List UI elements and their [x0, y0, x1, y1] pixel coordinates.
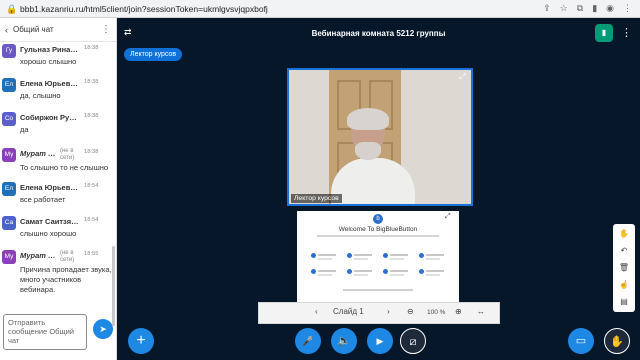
chat-message-input[interactable]: Отправить сообщение Общий чат [3, 314, 87, 350]
sidebar-icon[interactable]: ▮ [592, 3, 597, 14]
bookmark-icon[interactable]: ☆ [560, 3, 568, 14]
chat-text: слышно хорошо [20, 229, 77, 238]
chat-author: Мурат … [20, 149, 56, 158]
avatar: Со [2, 112, 16, 126]
profile-icon[interactable]: ◉ [606, 3, 614, 14]
chat-time: 18:55 [84, 251, 99, 257]
zoom-in-button[interactable]: ⊕ [455, 307, 462, 316]
chat-author: Мурат … [20, 251, 56, 260]
chat-text: да [20, 125, 29, 134]
person-beard [355, 142, 381, 160]
connection-status-icon[interactable]: ▮ [595, 24, 613, 42]
bigbluebutton-logo: b [373, 214, 383, 224]
slide-footer-line [343, 289, 413, 291]
presenter-tag[interactable]: Лектор курсов [124, 48, 183, 61]
chat-author: Гульназ Рина… [20, 45, 78, 54]
back-icon[interactable]: ‹ [5, 25, 8, 35]
avatar: Ел [2, 182, 16, 196]
slide-fullscreen-icon[interactable]: ⤢ [445, 213, 451, 221]
slide-title: Welcome To BigBlueButton [338, 226, 418, 233]
chat-author: Елена Юрьев… [20, 183, 78, 192]
chat-time: 18:38 [84, 45, 99, 51]
screenshare-button[interactable]: ⧄ [400, 328, 426, 354]
room-title: Вебинарная комната 5212 группы [311, 29, 446, 38]
browser-menu-icon[interactable]: ⋮ [623, 3, 632, 14]
chat-messages: Гу Гульназ Рина… 18:38 хорошо слышно Ел … [0, 44, 116, 324]
chat-author: Елена Юрьев… [20, 79, 78, 88]
chat-time: 18:54 [84, 183, 99, 189]
avatar: Му [2, 250, 16, 264]
extensions-icon[interactable]: ⧉ [577, 3, 583, 14]
layout-button[interactable]: ▭ [568, 328, 594, 354]
avatar: Му [2, 148, 16, 162]
prev-slide-button[interactable]: ‹ [315, 307, 318, 316]
avatar: Гу [2, 44, 16, 58]
slide-controls: ‹ Слайд 1 › ⊖ 100 % ⊕ ↔ [258, 302, 500, 324]
actions-plus-button[interactable]: + [128, 328, 154, 354]
slide-selector[interactable]: Слайд 1 [333, 307, 364, 316]
chat-scrollbar[interactable] [112, 246, 115, 326]
chat-author: Самат Саитзя… [20, 217, 79, 226]
video-name-tag: Лектор курсов [291, 194, 342, 203]
chat-text: да, слышно [20, 91, 61, 100]
chat-panel: ‹ Общий чат ⋮ Гу Гульназ Рина… 18:38 хор… [0, 18, 117, 360]
delete-icon[interactable]: 🗑 [613, 260, 635, 276]
chat-options-icon[interactable]: ⋮ [101, 24, 111, 35]
meeting-topbar: ⇄ Вебинарная комната 5212 группы ▮ ⋮ [117, 18, 640, 48]
send-button[interactable]: ➤ [93, 319, 113, 339]
share-icon[interactable]: ⇪ [543, 3, 551, 14]
avatar: Ел [2, 78, 16, 92]
meeting-area: ⇄ Вебинарная комната 5212 группы ▮ ⋮ Лек… [117, 18, 640, 360]
offline-status: (не в сети) [60, 148, 75, 161]
chat-header: ‹ Общий чат ⋮ [0, 18, 116, 42]
chat-text: все работает [20, 195, 66, 204]
browser-url[interactable]: bbb1.kazanriu.ru/html5client/join?sessio… [20, 4, 543, 14]
options-menu-icon[interactable]: ⋮ [621, 26, 632, 39]
chat-text: хорошо слышно [20, 57, 77, 66]
webcam-video[interactable]: Лектор курсов ⤢ [287, 68, 473, 206]
browser-address-bar[interactable]: 🔒 bbb1.kazanriu.ru/html5client/join?sess… [0, 0, 640, 18]
microphone-button[interactable]: 🎤 [295, 328, 321, 354]
multiuser-icon[interactable]: ☝ [613, 277, 635, 293]
avatar: Са [2, 216, 16, 230]
audio-button[interactable]: 🔈 [331, 328, 357, 354]
chat-text: Причина пропадает звука, много участнико… [20, 265, 112, 294]
chat-title: Общий чат [13, 25, 54, 34]
action-bar: + 🎤 🔈 ▶ ⧄ ▭ ✋ [117, 324, 640, 360]
fit-width-button[interactable]: ↔ [477, 307, 485, 316]
presentation-slide[interactable]: ⤢ b Welcome To BigBlueButton [297, 211, 459, 303]
zoom-out-button[interactable]: ⊖ [407, 307, 414, 316]
fullscreen-icon[interactable]: ⤢ [459, 72, 465, 82]
person-hair [347, 108, 389, 130]
chat-time: 18:38 [84, 149, 99, 155]
lock-icon: 🔒 [6, 3, 18, 14]
browser-toolbar-icons: ⇪ ☆ ⧉ ▮ ◉ ⋮ [543, 3, 632, 14]
raise-hand-button[interactable]: ✋ [604, 328, 630, 354]
chart-icon[interactable]: ▤ [613, 294, 635, 310]
whiteboard-toolbar: ✋ ↶ 🗑 ☝ ▤ [613, 224, 635, 312]
chat-text: То слышно то не слышно [20, 163, 109, 172]
undo-icon[interactable]: ↶ [613, 243, 635, 259]
zoom-level: 100 % [427, 309, 446, 316]
chat-time: 18:38 [84, 113, 99, 119]
hand-tool-icon[interactable]: ✋ [613, 226, 635, 242]
chat-time: 18:54 [84, 217, 99, 223]
offline-status: (не в сети) [60, 250, 75, 263]
chat-author: Собиржон Ру… [20, 113, 77, 122]
chat-time: 18:38 [84, 79, 99, 85]
slide-subtitle-line [317, 235, 439, 237]
camera-button[interactable]: ▶ [367, 328, 393, 354]
next-slide-button[interactable]: › [387, 307, 390, 316]
